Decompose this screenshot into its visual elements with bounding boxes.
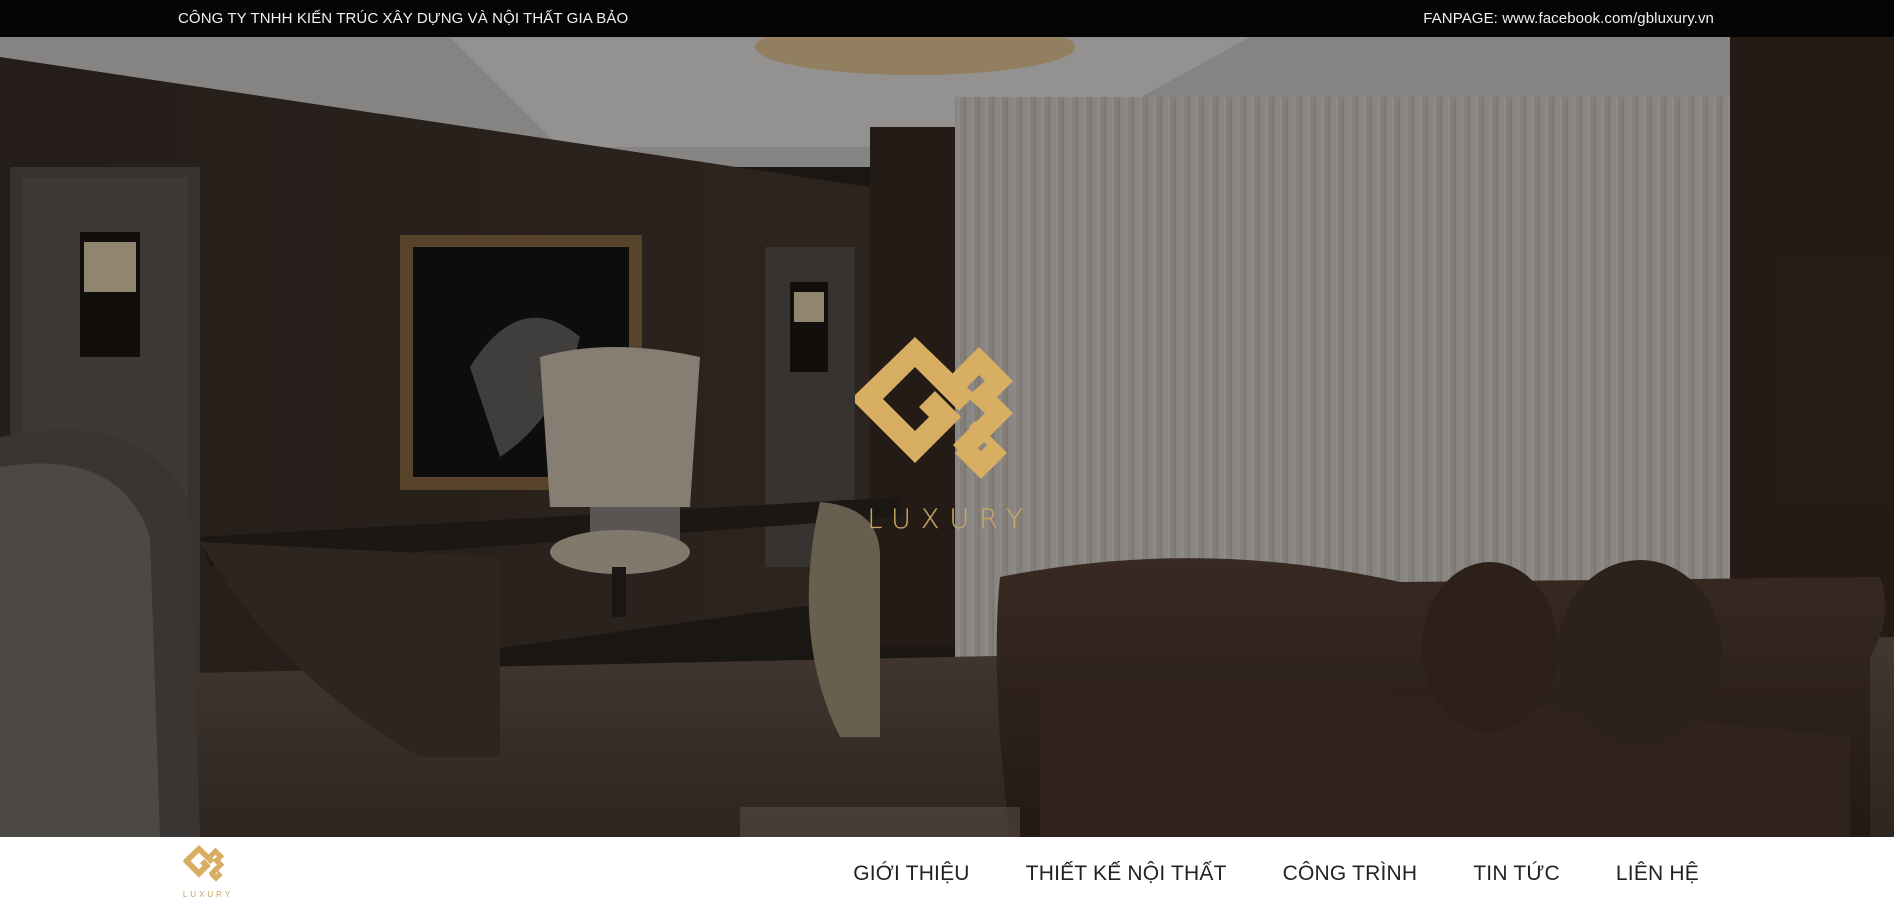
nav-item-cong-trinh[interactable]: CÔNG TRÌNH [1283, 862, 1418, 886]
nav-logo[interactable]: LUXURY [176, 845, 240, 903]
nav-menu: GIỚI THIỆU THIẾT KẾ NỘI THẤT CÔNG TRÌNH … [853, 862, 1699, 886]
company-name: CÔNG TY TNHH KIẾN TRÚC XÂY DỰNG VÀ NỘI T… [178, 10, 629, 27]
main-navbar: LUXURY GIỚI THIỆU THIẾT KẾ NỘI THẤT CÔNG… [0, 837, 1894, 909]
hero-logo: LUXURY [855, 337, 1045, 567]
gb-logo-icon [855, 337, 1013, 479]
hero-banner: LUXURY [0, 37, 1894, 837]
fanpage-link[interactable]: FANPAGE: www.facebook.com/gbluxury.vn [1423, 10, 1714, 27]
nav-item-gioi-thieu[interactable]: GIỚI THIỆU [853, 862, 969, 886]
nav-logo-text: LUXURY [182, 890, 234, 899]
nav-item-tin-tuc[interactable]: TIN TỨC [1473, 862, 1560, 886]
gb-logo-small-icon [183, 845, 225, 882]
top-bar: CÔNG TY TNHH KIẾN TRÚC XÂY DỰNG VÀ NỘI T… [0, 0, 1894, 37]
nav-item-lien-he[interactable]: LIÊN HỆ [1616, 862, 1699, 886]
nav-item-thiet-ke-noi-that[interactable]: THIẾT KẾ NỘI THẤT [1026, 862, 1227, 886]
hero-logo-text: LUXURY [867, 504, 1033, 535]
